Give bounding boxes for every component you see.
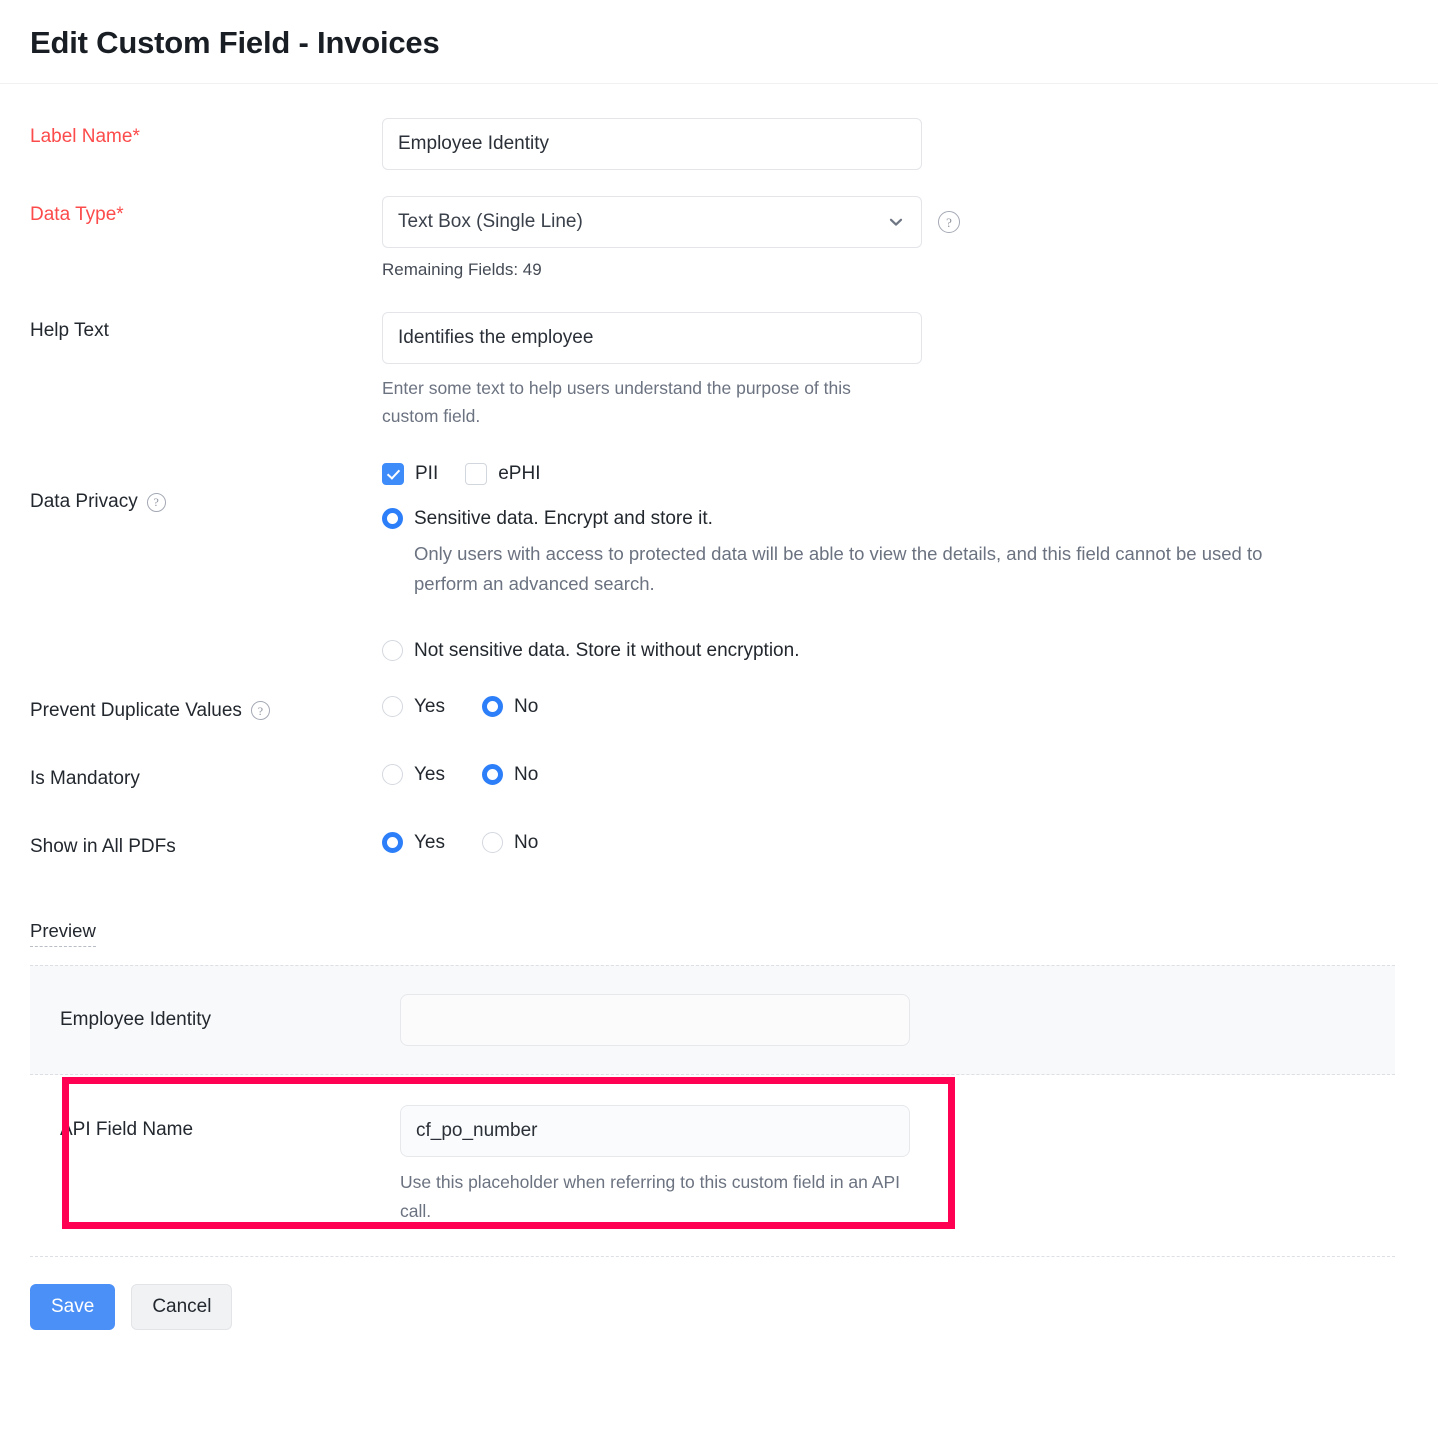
is-mandatory-yes[interactable]: Yes	[382, 764, 445, 786]
radio-sensitive-data-description: Only users with access to protected data…	[414, 539, 1294, 599]
sensitive-data-option: Sensitive data. Encrypt and store it. On…	[382, 508, 1408, 599]
is-mandatory-no-dot[interactable]	[482, 764, 503, 785]
preview-table: Employee Identity API Field Name cf_po_n…	[30, 965, 1395, 1257]
data-type-help-icon[interactable]: ?	[938, 211, 960, 233]
show-in-pdfs-label: Show in All PDFs	[30, 828, 382, 858]
show-in-pdfs-yes-dot[interactable]	[382, 832, 403, 853]
radio-sensitive-data-dot[interactable]	[382, 508, 403, 529]
page-title: Edit Custom Field - Invoices	[30, 24, 1408, 61]
is-mandatory-yes-label: Yes	[414, 764, 445, 786]
page-header: Edit Custom Field - Invoices	[0, 0, 1438, 83]
show-in-pdfs-no[interactable]: No	[482, 832, 538, 854]
save-button[interactable]: Save	[30, 1284, 115, 1330]
radio-sensitive-data-label: Sensitive data. Encrypt and store it.	[414, 508, 713, 530]
preview-field-input[interactable]	[400, 994, 910, 1046]
checkbox-pii-label: PII	[415, 463, 438, 485]
prevent-duplicate-yes-label: Yes	[414, 696, 445, 718]
not-sensitive-data-option: Not sensitive data. Store it without enc…	[382, 640, 1408, 662]
data-privacy-checkbox-group: PII ePHI	[382, 463, 1408, 485]
show-in-pdfs-no-label: No	[514, 832, 538, 854]
preview-field-label: Employee Identity	[60, 1009, 400, 1031]
show-in-pdfs-yes-label: Yes	[414, 832, 445, 854]
prevent-duplicate-label-text: Prevent Duplicate Values	[30, 700, 242, 722]
radio-not-sensitive-data-dot[interactable]	[382, 640, 403, 661]
prevent-duplicate-label: Prevent Duplicate Values ?	[30, 692, 382, 722]
data-type-label: Data Type*	[30, 196, 382, 226]
chevron-down-icon	[887, 213, 905, 231]
data-privacy-label: Data Privacy ?	[30, 459, 382, 513]
is-mandatory-label: Is Mandatory	[30, 760, 382, 790]
help-text-label: Help Text	[30, 312, 382, 342]
form-row-show-in-pdfs: Show in All PDFs Yes No	[0, 828, 1438, 858]
help-text-hint: Enter some text to help users understand…	[382, 374, 912, 432]
form-footer: Save Cancel	[0, 1257, 1438, 1330]
help-text-input[interactable]: Identifies the employee	[382, 312, 922, 364]
label-name-label: Label Name*	[30, 118, 382, 148]
api-field-row-container: API Field Name cf_po_number Use this pla…	[30, 1075, 1395, 1257]
show-in-pdfs-no-dot[interactable]	[482, 832, 503, 853]
remaining-fields-note: Remaining Fields: 49	[382, 257, 1408, 283]
checkbox-ephi-box[interactable]	[465, 463, 487, 485]
data-privacy-help-icon[interactable]: ?	[147, 493, 166, 512]
data-type-select[interactable]: Text Box (Single Line)	[382, 196, 922, 248]
api-field-name-label: API Field Name	[60, 1105, 400, 1141]
is-mandatory-no-label: No	[514, 764, 538, 786]
prevent-duplicate-no-dot[interactable]	[482, 696, 503, 717]
prevent-duplicate-help-icon[interactable]: ?	[251, 701, 270, 720]
is-mandatory-no[interactable]: No	[482, 764, 538, 786]
prevent-duplicate-no-label: No	[514, 696, 538, 718]
data-privacy-label-text: Data Privacy	[30, 491, 138, 513]
form-row-data-type: Data Type* Text Box (Single Line) ? Rema…	[0, 196, 1438, 283]
radio-not-sensitive-data[interactable]: Not sensitive data. Store it without enc…	[382, 640, 1408, 662]
form-row-label-name: Label Name* Employee Identity	[0, 118, 1438, 170]
cancel-button[interactable]: Cancel	[131, 1284, 232, 1330]
prevent-duplicate-radio-group: Yes No	[382, 692, 1408, 718]
prevent-duplicate-no[interactable]: No	[482, 696, 538, 718]
prevent-duplicate-yes[interactable]: Yes	[382, 696, 445, 718]
form-row-prevent-duplicate: Prevent Duplicate Values ? Yes No	[0, 692, 1438, 722]
checkbox-ephi[interactable]: ePHI	[465, 463, 540, 485]
form-row-data-privacy: Data Privacy ? PII ePHI Sensitive data. …	[0, 459, 1438, 662]
api-field-name-input[interactable]: cf_po_number	[400, 1105, 910, 1157]
show-in-pdfs-radio-group: Yes No	[382, 828, 1408, 854]
form-row-help-text: Help Text Identifies the employee Enter …	[0, 312, 1438, 432]
checkbox-pii[interactable]: PII	[382, 463, 438, 485]
label-name-input[interactable]: Employee Identity	[382, 118, 922, 170]
preview-section: Preview Employee Identity API Field Name…	[0, 920, 1438, 1257]
preview-title: Preview	[30, 920, 96, 947]
radio-not-sensitive-data-label: Not sensitive data. Store it without enc…	[414, 640, 799, 662]
checkbox-pii-box[interactable]	[382, 463, 404, 485]
preview-field-row: Employee Identity	[30, 965, 1395, 1075]
form-row-is-mandatory: Is Mandatory Yes No	[0, 760, 1438, 790]
prevent-duplicate-yes-dot[interactable]	[382, 696, 403, 717]
api-field-name-hint: Use this placeholder when referring to t…	[400, 1168, 915, 1226]
is-mandatory-radio-group: Yes No	[382, 760, 1408, 786]
show-in-pdfs-yes[interactable]: Yes	[382, 832, 445, 854]
api-field-row: API Field Name cf_po_number Use this pla…	[30, 1075, 1395, 1256]
checkbox-ephi-label: ePHI	[498, 463, 540, 485]
is-mandatory-yes-dot[interactable]	[382, 764, 403, 785]
radio-sensitive-data[interactable]: Sensitive data. Encrypt and store it.	[382, 508, 1408, 530]
data-type-selected-value: Text Box (Single Line)	[398, 211, 583, 233]
custom-field-form: Label Name* Employee Identity Data Type*…	[0, 84, 1438, 858]
